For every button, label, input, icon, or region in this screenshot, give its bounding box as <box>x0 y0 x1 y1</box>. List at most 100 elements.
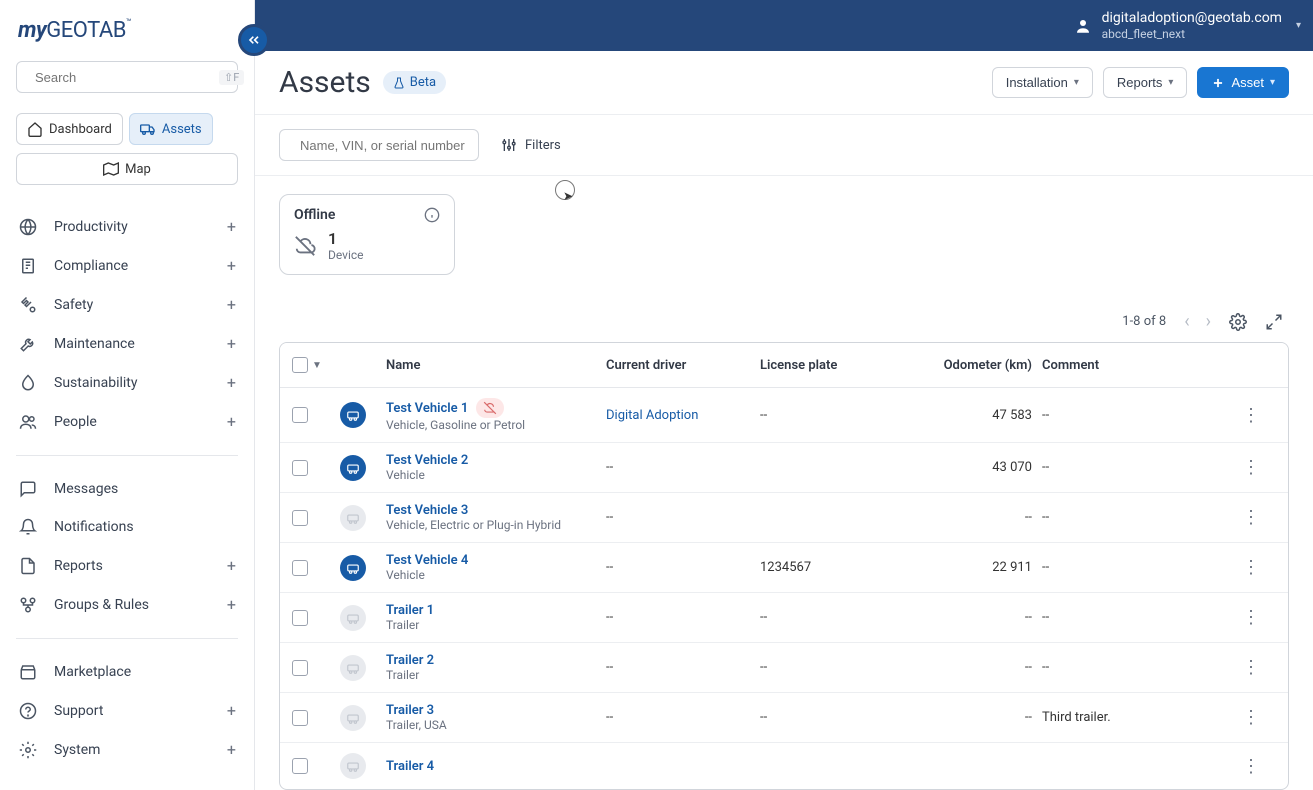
cell-plate: -- <box>760 408 894 423</box>
table-row[interactable]: Test Vehicle 2Vehicle--43 070--⋮ <box>280 443 1288 493</box>
table-row[interactable]: Test Vehicle 3Vehicle, Electric or Plug-… <box>280 493 1288 543</box>
table-row[interactable]: Trailer 1Trailer--------⋮ <box>280 593 1288 643</box>
driver-link[interactable]: Digital Adoption <box>606 408 698 423</box>
row-actions-button[interactable]: ⋮ <box>1228 756 1274 777</box>
row-checkbox[interactable] <box>292 407 308 423</box>
map-icon <box>103 161 119 177</box>
col-driver[interactable]: Current driver <box>606 358 760 373</box>
plus-icon: + <box>227 295 236 314</box>
asset-name-link[interactable]: Test Vehicle 3 <box>386 503 468 518</box>
sidebar-item-people[interactable]: People+ <box>8 402 246 441</box>
page-next-button[interactable]: › <box>1206 311 1211 332</box>
info-icon[interactable] <box>424 207 440 223</box>
row-checkbox[interactable] <box>292 710 308 726</box>
cell-driver: -- <box>606 460 760 475</box>
assets-table: ▼ Name Current driver License plate Odom… <box>279 342 1289 790</box>
nav-pill-assets[interactable]: Assets <box>129 113 213 145</box>
sidebar-item-sustainability[interactable]: Sustainability+ <box>8 363 246 402</box>
collapse-sidebar-button[interactable] <box>238 24 270 56</box>
sidebar-item-label: Sustainability <box>54 375 137 391</box>
asset-name-link[interactable]: Test Vehicle 2 <box>386 453 468 468</box>
nav-icon <box>18 335 38 353</box>
table-row[interactable]: Trailer 4 ⋮ <box>280 743 1288 789</box>
row-actions-button[interactable]: ⋮ <box>1228 507 1274 528</box>
asset-name-link[interactable]: Trailer 3 <box>386 703 434 718</box>
row-actions-button[interactable]: ⋮ <box>1228 557 1274 578</box>
asset-name-link[interactable]: Test Vehicle 1 <box>386 401 468 416</box>
nav-icon <box>18 374 38 392</box>
name-filter-input[interactable] <box>279 129 479 161</box>
cell-driver: -- <box>606 560 760 575</box>
user-menu[interactable]: digitaladoption@geotab.com abcd_fleet_ne… <box>1074 9 1301 43</box>
table-row[interactable]: Test Vehicle 1Vehicle, Gasoline or Petro… <box>280 388 1288 443</box>
sidebar-item-reports[interactable]: Reports+ <box>8 546 246 585</box>
sort-icon[interactable]: ▼ <box>312 360 322 371</box>
asset-type-icon <box>340 555 366 581</box>
asset-name-link[interactable]: Trailer 1 <box>386 603 434 618</box>
user-email: digitaladoption@geotab.com <box>1102 9 1282 27</box>
nav-pill-dashboard[interactable]: Dashboard <box>16 113 123 145</box>
cell-plate: -- <box>760 610 894 625</box>
sidebar-item-maintenance[interactable]: Maintenance+ <box>8 324 246 363</box>
installation-button[interactable]: Installation▾ <box>992 67 1093 98</box>
cell-comment: -- <box>1042 408 1228 423</box>
asset-name-link[interactable]: Trailer 4 <box>386 759 434 774</box>
gear-icon[interactable] <box>1229 313 1247 331</box>
nav-icon <box>18 296 38 314</box>
search-field[interactable] <box>35 70 211 85</box>
truck-icon <box>140 121 156 137</box>
cell-driver: -- <box>606 710 760 725</box>
sidebar-item-messages[interactable]: Messages <box>8 470 246 508</box>
name-filter-field[interactable] <box>300 138 476 153</box>
expand-icon[interactable] <box>1265 313 1283 331</box>
page-prev-button[interactable]: ‹ <box>1184 311 1189 332</box>
search-input[interactable]: ⇧F <box>16 61 238 93</box>
page-title: Assets <box>279 65 371 100</box>
col-name[interactable]: Name <box>386 358 606 373</box>
asset-subtype: Trailer, USA <box>386 718 606 732</box>
table-row[interactable]: Trailer 3Trailer, USA------Third trailer… <box>280 693 1288 743</box>
cell-plate: -- <box>760 710 894 725</box>
row-checkbox[interactable] <box>292 610 308 626</box>
col-plate[interactable]: License plate <box>760 358 894 373</box>
home-icon <box>27 121 43 137</box>
pagination-range: 1-8 of 8 <box>1122 314 1166 329</box>
nav-icon <box>18 663 38 681</box>
filters-button[interactable]: Filters <box>501 137 561 153</box>
sidebar-item-label: Messages <box>54 481 118 497</box>
row-actions-button[interactable]: ⋮ <box>1228 707 1274 728</box>
asset-name-link[interactable]: Test Vehicle 4 <box>386 553 468 568</box>
row-actions-button[interactable]: ⋮ <box>1228 607 1274 628</box>
sidebar-item-compliance[interactable]: Compliance+ <box>8 246 246 285</box>
row-checkbox[interactable] <box>292 660 308 676</box>
offline-card[interactable]: Offline 1 Device <box>279 194 455 275</box>
sidebar-item-safety[interactable]: Safety+ <box>8 285 246 324</box>
sidebar-item-productivity[interactable]: Productivity+ <box>8 207 246 246</box>
add-asset-button[interactable]: Asset▾ <box>1197 67 1289 98</box>
asset-name-link[interactable]: Trailer 2 <box>386 653 434 668</box>
row-checkbox[interactable] <box>292 758 308 774</box>
col-odometer[interactable]: Odometer (km) <box>894 358 1042 373</box>
cell-comment: -- <box>1042 510 1228 525</box>
table-row[interactable]: Test Vehicle 4Vehicle--123456722 911--⋮ <box>280 543 1288 593</box>
cell-odometer: 22 911 <box>894 560 1042 575</box>
sidebar-item-system[interactable]: System+ <box>8 730 246 769</box>
sidebar-item-support[interactable]: Support+ <box>8 691 246 730</box>
asset-subtype: Trailer <box>386 668 606 682</box>
cell-plate: 1234567 <box>760 560 894 575</box>
table-row[interactable]: Trailer 2Trailer--------⋮ <box>280 643 1288 693</box>
sidebar-item-notifications[interactable]: Notifications <box>8 508 246 546</box>
col-comment[interactable]: Comment <box>1042 358 1228 373</box>
reports-button[interactable]: Reports▾ <box>1103 67 1188 98</box>
row-checkbox[interactable] <box>292 460 308 476</box>
select-all-checkbox[interactable] <box>292 357 308 373</box>
row-actions-button[interactable]: ⋮ <box>1228 405 1274 426</box>
sidebar-item-groups-rules[interactable]: Groups & Rules+ <box>8 585 246 624</box>
row-checkbox[interactable] <box>292 510 308 526</box>
row-actions-button[interactable]: ⋮ <box>1228 457 1274 478</box>
nav-pill-map[interactable]: Map <box>16 153 238 185</box>
cursor-arrow-icon: ➤ <box>563 189 573 203</box>
row-checkbox[interactable] <box>292 560 308 576</box>
row-actions-button[interactable]: ⋮ <box>1228 657 1274 678</box>
sidebar-item-marketplace[interactable]: Marketplace <box>8 653 246 691</box>
